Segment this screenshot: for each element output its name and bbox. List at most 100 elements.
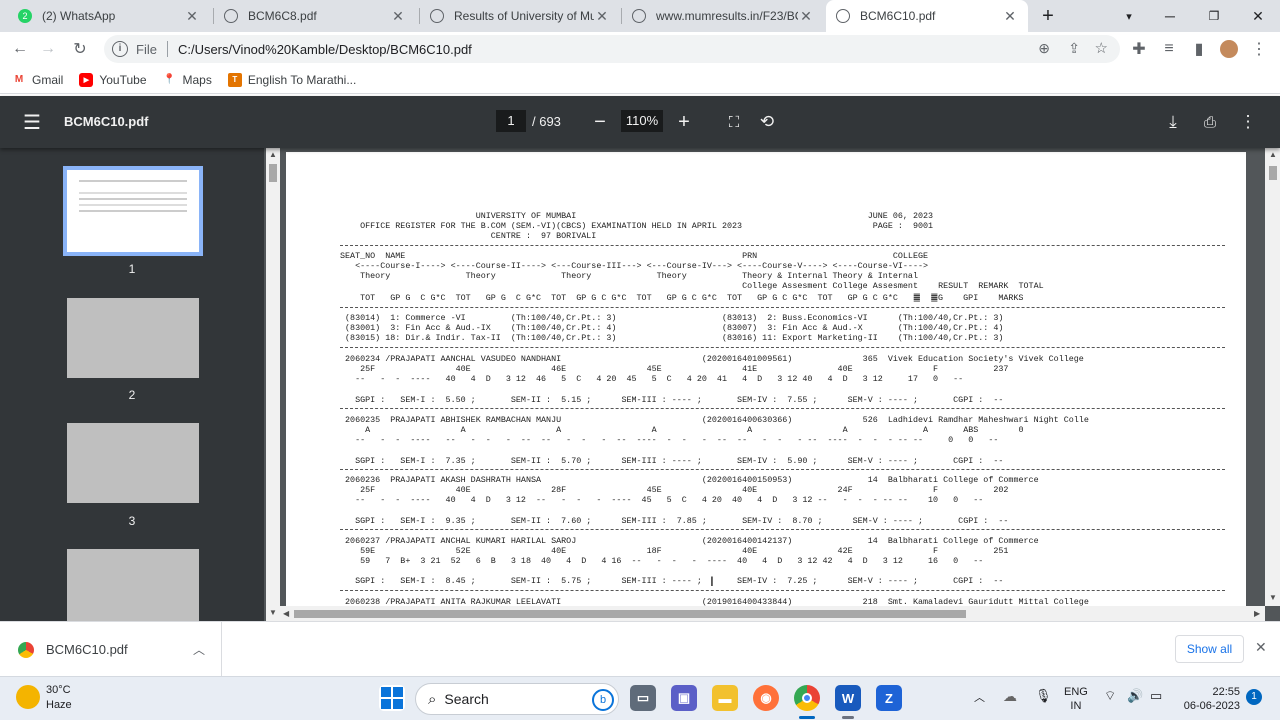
pdf-viewer[interactable]: UNIVERSITY OF MUMBAI JUNE 06, 2023 OFFIC… bbox=[264, 148, 1280, 621]
url-text[interactable]: C:/Users/Vinod%20Kamble/Desktop/BCM6C10.… bbox=[178, 42, 472, 57]
new-tab-button[interactable]: + bbox=[1036, 0, 1060, 32]
tab-results[interactable]: Results of University of Mum ✕ bbox=[420, 0, 620, 32]
pdf-line: SGPI : SEM-I : 9.35 ; SEM-II : 7.60 ; SE… bbox=[340, 516, 1009, 526]
pdf-line: 59 7 B+ 3 21 52 6 B 3 18 40 4 D 4 16 -- … bbox=[340, 556, 984, 566]
pdf-line: A A A A A A A ABS 0 bbox=[340, 425, 1024, 435]
tab-title: www.mumresults.in/F23/BCM bbox=[656, 9, 798, 23]
pdf-line: UNIVERSITY OF MUMBAI JUNE 06, 2023 bbox=[340, 211, 934, 221]
tab-title: BCM6C10.pdf bbox=[860, 9, 936, 23]
downloads-bar: BCM6C10.pdf ︿ Show all ✕ bbox=[0, 621, 1280, 677]
tab-mumresults[interactable]: www.mumresults.in/F23/BCM ✕ bbox=[622, 0, 824, 32]
pdf-line: 25F 40E 28F 45E 40E 24F F 202 bbox=[340, 485, 1009, 495]
fit-page-icon[interactable]: ⛶ bbox=[722, 110, 746, 134]
close-window-button[interactable]: ✕ bbox=[1236, 0, 1280, 32]
weather-icon[interactable] bbox=[16, 685, 40, 709]
viewer-horizontal-scrollbar[interactable]: ◀ ▶ bbox=[280, 606, 1265, 621]
side-panel-icon[interactable]: ▮ bbox=[1187, 37, 1211, 61]
zoom-level-input[interactable]: 110% bbox=[621, 110, 663, 132]
thumbnail-page-1[interactable] bbox=[63, 166, 203, 256]
battery-icon[interactable]: ▭ bbox=[1150, 689, 1162, 703]
zoom-in-button[interactable]: + bbox=[672, 110, 696, 134]
hamburger-menu-icon[interactable]: ☰ bbox=[20, 110, 44, 134]
back-button[interactable]: ← bbox=[8, 37, 32, 61]
bookmark-youtube[interactable]: ▶ YouTube bbox=[79, 72, 147, 87]
show-all-button[interactable]: Show all bbox=[1175, 635, 1244, 663]
minimize-button[interactable]: ─ bbox=[1148, 0, 1192, 32]
reading-list-icon[interactable]: ≡ bbox=[1157, 37, 1181, 61]
bookmark-maps[interactable]: 📍 Maps bbox=[163, 73, 212, 87]
zoom-icon[interactable]: ⊕ bbox=[1038, 40, 1050, 57]
microphone-icon[interactable]: 🎙 bbox=[1035, 689, 1052, 703]
close-icon[interactable]: ✕ bbox=[1255, 639, 1267, 656]
zoom-out-button[interactable]: − bbox=[588, 110, 612, 134]
close-icon[interactable]: ✕ bbox=[594, 8, 610, 24]
notification-badge[interactable]: 1 bbox=[1246, 689, 1262, 705]
wifi-icon[interactable]: ⌔ bbox=[1104, 689, 1116, 703]
weather-widget[interactable]: 30°C Haze bbox=[46, 683, 72, 713]
start-button[interactable] bbox=[379, 685, 405, 711]
close-icon[interactable]: ✕ bbox=[184, 8, 200, 24]
rotate-icon[interactable]: ⟲ bbox=[755, 110, 779, 134]
close-icon[interactable]: ✕ bbox=[798, 8, 814, 24]
word-icon[interactable]: W bbox=[835, 685, 861, 711]
tab-search-button[interactable]: ▾ bbox=[1107, 0, 1151, 32]
tab-bcm6c8[interactable]: BCM6C8.pdf ✕ bbox=[214, 0, 416, 32]
lang-top: ENG bbox=[1064, 686, 1088, 698]
teams-icon[interactable]: ▣ bbox=[671, 685, 697, 711]
globe-icon bbox=[430, 9, 444, 23]
bookmark-page-icon: T bbox=[227, 72, 242, 87]
taskbar-search[interactable]: ⌕ Search b bbox=[415, 683, 619, 715]
pdf-line: -- - - ---- -- - - - -- -- - - - -- ----… bbox=[340, 435, 999, 445]
pdf-toolbar: ☰ BCM6C10.pdf 1 / 693 − 110% + ⛶ ⟲ ⤓ ⎙ ⋮ bbox=[0, 96, 1280, 148]
pdf-page: UNIVERSITY OF MUMBAI JUNE 06, 2023 OFFIC… bbox=[286, 152, 1246, 621]
file-explorer-icon[interactable]: ▬ bbox=[712, 685, 738, 711]
bookmark-english-to-marathi[interactable]: T English To Marathi... bbox=[227, 72, 356, 87]
page-total: / 693 bbox=[532, 114, 561, 129]
bookmark-star-icon[interactable]: ☆ bbox=[1095, 39, 1108, 57]
tab-title: (2) WhatsApp bbox=[42, 9, 116, 23]
pdf-line: -- - - ---- 40 4 D 3 12 -- - - - ---- 45… bbox=[340, 495, 984, 505]
avatar[interactable] bbox=[1217, 37, 1241, 61]
bing-icon[interactable]: b bbox=[592, 689, 614, 711]
address-bar[interactable]: i File C:/Users/Vinod%20Kamble/Desktop/B… bbox=[104, 35, 1120, 63]
firefox-icon[interactable]: ◉ bbox=[753, 685, 779, 711]
menu-icon[interactable]: ⋮ bbox=[1247, 37, 1271, 61]
reload-button[interactable]: ↻ bbox=[68, 37, 92, 61]
page-number-input[interactable]: 1 bbox=[496, 110, 526, 132]
bookmark-gmail[interactable]: M Gmail bbox=[12, 73, 64, 87]
zoom-app-icon[interactable]: Z bbox=[876, 685, 902, 711]
download-item[interactable]: BCM6C10.pdf ︿ bbox=[0, 622, 222, 677]
thumbnail-page-3[interactable] bbox=[67, 423, 199, 503]
thumbnail-page-4[interactable] bbox=[67, 549, 199, 621]
volume-icon[interactable]: 🔊 bbox=[1127, 689, 1143, 703]
chrome-taskbar-icon[interactable] bbox=[794, 685, 820, 711]
maps-icon: 📍 bbox=[163, 74, 176, 85]
thumbnail-page-2[interactable] bbox=[67, 298, 199, 378]
print-icon[interactable]: ⎙ bbox=[1198, 110, 1222, 134]
download-icon[interactable]: ⤓ bbox=[1161, 110, 1185, 134]
more-options-icon[interactable]: ⋮ bbox=[1236, 110, 1260, 134]
chevron-up-icon[interactable]: ︿ bbox=[193, 641, 205, 658]
close-icon[interactable]: ✕ bbox=[390, 8, 406, 24]
restore-button[interactable]: ❐ bbox=[1192, 0, 1236, 32]
extensions-icon[interactable]: ✚ bbox=[1127, 37, 1151, 61]
close-icon[interactable]: ✕ bbox=[1002, 8, 1018, 24]
viewer-vertical-scrollbar[interactable]: ▲ ▼ bbox=[1265, 148, 1280, 606]
task-view-icon[interactable]: ▭ bbox=[630, 685, 656, 711]
thumbnail-sidebar: 1 2 3 bbox=[0, 148, 264, 621]
share-icon[interactable]: ⇪ bbox=[1068, 40, 1080, 57]
clock[interactable]: 22:55 06-06-2023 bbox=[1180, 685, 1240, 713]
info-icon[interactable]: i bbox=[112, 41, 128, 57]
pdf-line: -- - - ---- 40 4 D 3 12 46 5 C 4 20 45 5… bbox=[340, 374, 964, 384]
pdf-line: Theory Theory Theory Theory Theory & Int… bbox=[340, 271, 918, 281]
pdf-line: SEAT_NO NAME PRN COLLEGE bbox=[340, 251, 929, 261]
tab-whatsapp[interactable]: 2 (2) WhatsApp ✕ bbox=[8, 0, 210, 32]
tray-chevron-up-icon[interactable]: ︿ bbox=[974, 691, 985, 705]
tab-title: BCM6C8.pdf bbox=[248, 9, 317, 23]
tab-bcm6c10[interactable]: BCM6C10.pdf ✕ bbox=[826, 0, 1028, 32]
language-indicator[interactable]: ENG IN bbox=[1064, 685, 1088, 713]
pdf-line: SGPI : SEM-I : 5.50 ; SEM-II : 5.15 ; SE… bbox=[340, 395, 1004, 405]
onedrive-icon[interactable]: ☁ bbox=[1003, 689, 1017, 703]
forward-button[interactable]: → bbox=[36, 37, 60, 61]
sidebar-scrollbar[interactable]: ▲ ▼ bbox=[266, 148, 280, 621]
